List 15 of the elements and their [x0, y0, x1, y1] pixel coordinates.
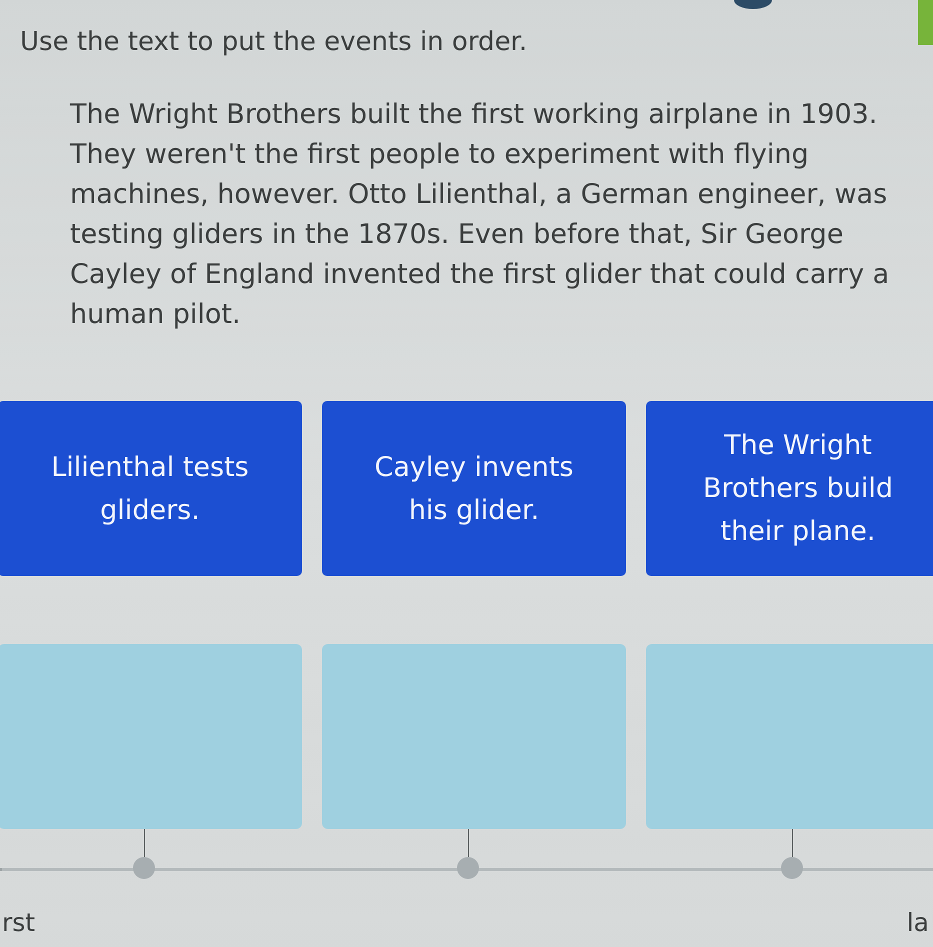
drop-zone[interactable]: [322, 644, 626, 829]
event-card[interactable]: Lilienthal tests gliders.: [0, 401, 302, 576]
drop-zone[interactable]: [0, 644, 302, 829]
side-tab[interactable]: [918, 0, 933, 45]
timeline-point: [781, 857, 803, 879]
reading-passage: The Wright Brothers built the first working airplane in 1903. They weren't the first people to experiment with flying machines, however. Otto Lilienthal, a German engineer, was testing gliders in the 1870s. Even before that, Sir George Cayley of England invented the first glider that could carry a human pilot.: [70, 98, 890, 332]
end-label: la: [906, 909, 929, 937]
event-card[interactable]: Cayley invents his glider.: [322, 401, 626, 576]
instruction-text: Use the text to put the events in order.: [20, 27, 528, 57]
timeline-point: [457, 857, 479, 879]
start-label: rst: [2, 909, 36, 937]
timeline-point: [133, 857, 155, 879]
drop-zone[interactable]: [646, 644, 933, 829]
event-card[interactable]: The Wright Brothers build their plane.: [646, 401, 933, 576]
round-button-icon[interactable]: [734, 0, 772, 9]
